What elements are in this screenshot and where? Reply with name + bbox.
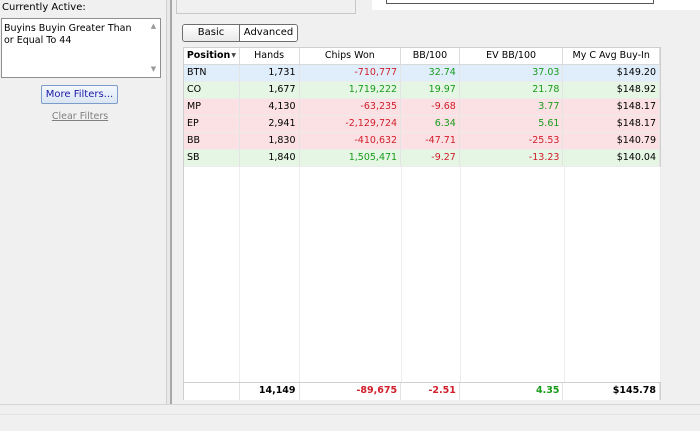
top-panel [176,0,356,14]
cell-bb100: -9.68 [401,99,460,116]
active-filter-text: Buyins Buyin Greater Than or Equal To 44 [4,23,132,46]
cell-avg-buyin: $140.79 [563,133,661,150]
cell-ev-bb100: 5.61 [459,116,564,133]
cell-bb100: 32.74 [401,65,460,82]
filter-pane: Currently Active: Buyins Buyin Greater T… [0,0,166,404]
scroll-down-icon[interactable]: ▼ [149,65,158,74]
total-bb100: -2.51 [401,383,460,400]
table-row[interactable]: BB 1,830 -410,632 -47.71 -25.53 $140.79 [184,133,661,150]
clear-filters-link[interactable]: Clear Filters [0,111,160,122]
cell-position: MP [184,99,240,116]
tab-basic[interactable]: Basic [183,25,240,41]
table-row[interactable]: SB 1,840 1,505,471 -9.27 -13.23 $140.04 [184,150,661,167]
cell-chips-won: -2,129,724 [299,116,402,133]
pane-splitter-edge [170,0,172,404]
column-header-hands[interactable]: Hands [240,48,300,65]
grid-divider [239,167,240,382]
cell-avg-buyin: $149.20 [563,65,661,82]
column-header-ev-bb100[interactable]: EV BB/100 [460,48,564,65]
view-toggle: Basic Advanced [182,24,298,42]
total-avg-buyin: $145.78 [563,383,661,400]
grid-empty-area [184,167,661,382]
totals-row: 14,149 -89,675 -2.51 4.35 $145.78 [184,382,661,400]
cell-chips-won: 1,505,471 [299,150,402,167]
cell-avg-buyin: $148.17 [563,99,661,116]
right-margin [662,47,700,404]
cell-position: BB [184,133,240,150]
cell-chips-won: -410,632 [299,133,402,150]
grid-divider [564,167,565,382]
cell-hands: 4,130 [239,99,300,116]
table-row[interactable]: BTN 1,731 -710,777 32.74 37.03 $149.20 [184,65,661,82]
sort-desc-icon: ▼ [231,52,236,59]
cell-hands: 1,677 [239,82,300,99]
column-header-avg-buyin[interactable]: My C Avg Buy-In [563,48,660,65]
active-filters-list[interactable]: Buyins Buyin Greater Than or Equal To 44… [1,18,161,78]
more-filters-button[interactable]: More Filters... [41,85,118,104]
column-header-chips-won[interactable]: Chips Won [300,48,402,65]
total-hands: 14,149 [240,383,300,400]
cell-chips-won: 1,719,222 [299,82,402,99]
grid-header: Position▼ Hands Chips Won BB/100 EV BB/1… [184,48,660,65]
cell-chips-won: -63,235 [299,99,402,116]
cell-ev-bb100: 37.03 [459,65,564,82]
cell-ev-bb100: 21.78 [459,82,564,99]
cell-bb100: -9.27 [401,150,460,167]
cell-avg-buyin: $148.17 [563,116,661,133]
cell-hands: 2,941 [239,116,300,133]
scroll-up-icon[interactable]: ▲ [149,22,158,31]
total-chips-won: -89,675 [300,383,402,400]
column-header-position[interactable]: Position▼ [184,48,240,65]
cell-position: EP [184,116,240,133]
cell-ev-bb100: 3.77 [459,99,564,116]
grid-divider [460,167,461,382]
column-header-bb100[interactable]: BB/100 [401,48,460,65]
cell-position: SB [184,150,240,167]
currently-active-label: Currently Active: [2,2,86,13]
total-ev-bb100: 4.35 [460,383,564,400]
status-bar-divider [0,414,700,415]
cell-bb100: 19.97 [401,82,460,99]
cell-hands: 1,830 [239,133,300,150]
cell-position: BTN [184,65,240,82]
tab-advanced[interactable]: Advanced [240,25,297,41]
cell-position: CO [184,82,240,99]
status-bar [0,404,700,431]
table-row[interactable]: EP 2,941 -2,129,724 6.34 5.61 $148.17 [184,116,661,133]
table-row[interactable]: MP 4,130 -63,235 -9.68 3.77 $148.17 [184,99,661,116]
stats-grid: Position▼ Hands Chips Won BB/100 EV BB/1… [183,47,661,400]
cell-ev-bb100: -13.23 [459,150,564,167]
cell-hands: 1,840 [239,150,300,167]
cell-total-label [184,383,240,400]
cell-avg-buyin: $148.92 [563,82,661,99]
cell-chips-won: -710,777 [299,65,402,82]
grid-divider [299,167,300,382]
grid-divider [401,167,402,382]
grid-divider [660,167,661,382]
cell-hands: 1,731 [239,65,300,82]
cell-bb100: -47.71 [401,133,460,150]
top-content-box [386,0,654,4]
cell-avg-buyin: $140.04 [563,150,661,167]
table-row[interactable]: CO 1,677 1,719,222 19.97 21.78 $148.92 [184,82,661,99]
cell-ev-bb100: -25.53 [459,133,564,150]
cell-bb100: 6.34 [401,116,460,133]
